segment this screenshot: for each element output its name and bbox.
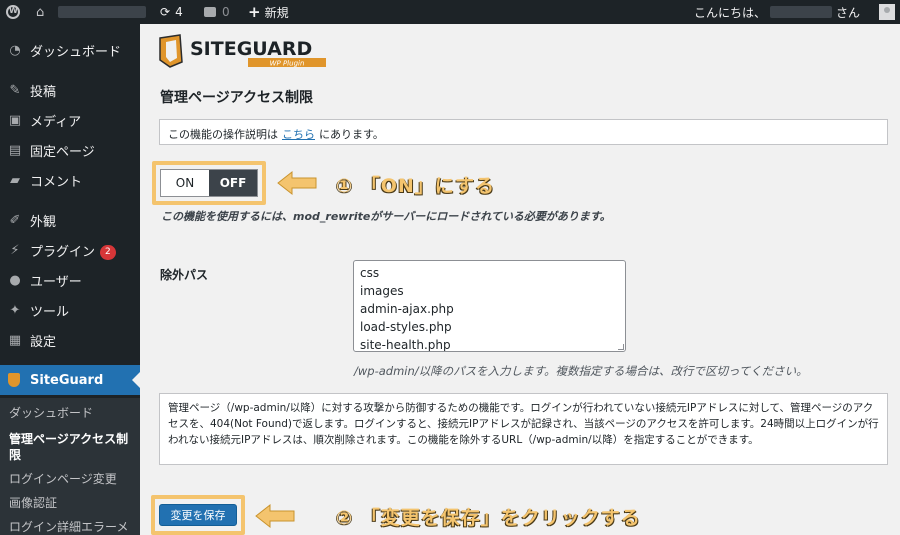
sidebar-item-label: メディア	[30, 114, 82, 130]
new-label: 新規	[264, 5, 289, 20]
path-help-text: /wp-admin/以降のパスを入力します。複数指定する場合は、改行で区切ってく…	[354, 364, 808, 378]
sidebar-item-settings[interactable]: ▦ 設定	[0, 325, 140, 355]
save-button[interactable]: 変更を保存	[159, 504, 237, 526]
help-notice: この機能の操作説明は こちら にあります。	[159, 119, 888, 145]
new-content-button[interactable]: + 新規	[248, 0, 289, 24]
active-menu-arrow	[132, 372, 140, 388]
siteguard-icon	[8, 373, 20, 387]
settings-icon: ▦	[8, 332, 22, 348]
path-line: site-health.php	[360, 338, 451, 352]
submenu-item-login-page-change[interactable]: ログインページ変更	[9, 471, 117, 487]
pin-icon: ✎	[9, 82, 21, 98]
sidebar-item-comments[interactable]: ▰ コメント	[0, 165, 140, 195]
toggle-on-option[interactable]: ON	[161, 170, 209, 196]
refresh-icon: ⟳	[160, 5, 171, 19]
avatar[interactable]	[879, 4, 895, 20]
help-link[interactable]: こちら	[282, 128, 315, 141]
sidebar-item-label: 固定ページ	[30, 144, 95, 160]
howdy-suffix: さん	[835, 5, 860, 20]
account-menu[interactable]: こんにちは、 さん	[694, 0, 860, 24]
admin-bar: ⌂ ⟳ 4 0 + 新規 こんにちは、 さん	[0, 0, 900, 24]
sidebar-item-dashboard[interactable]: ◔ ダッシュボード	[0, 35, 140, 65]
submenu-item-admin-access-limit[interactable]: 管理ページアクセス制 限	[9, 431, 134, 463]
siteguard-submenu: ダッシュボード 管理ページアクセス制 限 ログインページ変更 画像認証 ログイン…	[0, 398, 140, 535]
sidebar-item-label: ユーザー	[30, 274, 82, 290]
sidebar-item-label: 設定	[30, 334, 57, 350]
plugin-update-badge: 2	[100, 244, 116, 260]
user-icon: ●	[9, 272, 21, 288]
toggle-off-option[interactable]: OFF	[209, 170, 257, 196]
dashboard-icon: ◔	[9, 42, 21, 58]
requirement-note: この機能を使用するには、mod_rewriteがサーバーにロードされている必要が…	[161, 210, 611, 223]
sidebar-item-label: コメント	[30, 174, 83, 190]
media-icon: ▣	[8, 112, 22, 128]
notice-prefix: この機能の操作説明は	[168, 128, 278, 141]
sidebar-item-media[interactable]: ▣ メディア	[0, 105, 140, 135]
sidebar-item-tools[interactable]: ✦ ツール	[0, 295, 140, 325]
path-line: admin-ajax.php	[360, 302, 454, 316]
comment-icon: ▰	[10, 172, 20, 188]
page-icon: ▤	[8, 142, 22, 158]
submenu-item-login-error[interactable]: ログイン詳細エラーメ	[9, 519, 129, 535]
callout-arrow-left-icon	[277, 170, 317, 196]
callout-step1: ① 「ON」にする	[336, 175, 495, 197]
exclude-path-textarea[interactable]: css images admin-ajax.php load-styles.ph…	[353, 260, 626, 352]
plus-icon: +	[248, 3, 261, 21]
plugin-icon: ⚡	[10, 242, 20, 258]
feature-description: 管理ページ（/wp-admin/以降）に対する攻撃から防御するための機能です。ロ…	[159, 393, 888, 465]
siteguard-logo: SITEGUARD WP Plugin	[159, 34, 326, 68]
submenu-item-captcha[interactable]: 画像認証	[9, 495, 57, 511]
comment-bubble-icon	[204, 7, 216, 17]
home-icon[interactable]: ⌂	[36, 0, 44, 24]
sidebar-item-pages[interactable]: ▤ 固定ページ	[0, 135, 140, 165]
logo-main-text: SITEGUARD	[190, 38, 312, 60]
updates-button[interactable]: ⟳ 4	[160, 0, 183, 24]
wordpress-logo-icon[interactable]	[6, 5, 20, 19]
page-title: 管理ページアクセス制限	[160, 90, 314, 106]
updates-count: 4	[175, 5, 183, 19]
sidebar-item-siteguard[interactable]: SiteGuard	[0, 365, 140, 395]
sidebar-item-users[interactable]: ● ユーザー	[0, 265, 140, 295]
brush-icon: ✐	[9, 212, 21, 228]
notice-suffix: にあります。	[319, 128, 384, 141]
feature-toggle[interactable]: ON OFF	[160, 169, 258, 197]
sidebar-item-label: プラグイン 2	[30, 241, 116, 260]
path-line: load-styles.php	[360, 320, 452, 334]
logo-sub-text: WP Plugin	[270, 60, 305, 68]
path-line: css	[360, 266, 380, 280]
howdy-prefix: こんにちは、	[693, 5, 766, 20]
sidebar-item-label: 投稿	[30, 84, 57, 100]
submenu-item-label: 管理ページアクセス制	[9, 432, 129, 446]
comments-button[interactable]: 0	[204, 0, 230, 24]
admin-sidebar: ◔ ダッシュボード ✎ 投稿 ▣ メディア ▤ 固定ページ ▰ コメント ✐ 外…	[0, 24, 140, 535]
sidebar-item-posts[interactable]: ✎ 投稿	[0, 75, 140, 105]
exclude-path-label: 除外パス	[160, 268, 209, 282]
site-name-blurred[interactable]	[58, 6, 146, 18]
callout-step2: ② 「変更を保存」をクリックする	[336, 507, 641, 529]
sidebar-item-label: ダッシュボード	[30, 44, 122, 60]
submenu-item-label-wrap: 限	[9, 448, 22, 462]
sidebar-item-label: 外観	[30, 214, 57, 230]
submenu-item-dashboard[interactable]: ダッシュボード	[9, 405, 93, 421]
comments-count: 0	[222, 5, 230, 19]
sidebar-item-appearance[interactable]: ✐ 外観	[0, 205, 140, 235]
wrench-icon: ✦	[9, 302, 21, 318]
sidebar-item-label: ツール	[30, 304, 70, 320]
sidebar-item-label: SiteGuard	[30, 372, 104, 388]
username-blurred	[769, 6, 832, 18]
sidebar-item-plugins[interactable]: ⚡ プラグイン 2	[0, 235, 140, 265]
callout-arrow-left-icon	[255, 503, 295, 529]
resize-handle-icon[interactable]	[618, 344, 624, 350]
path-line: images	[360, 284, 404, 298]
